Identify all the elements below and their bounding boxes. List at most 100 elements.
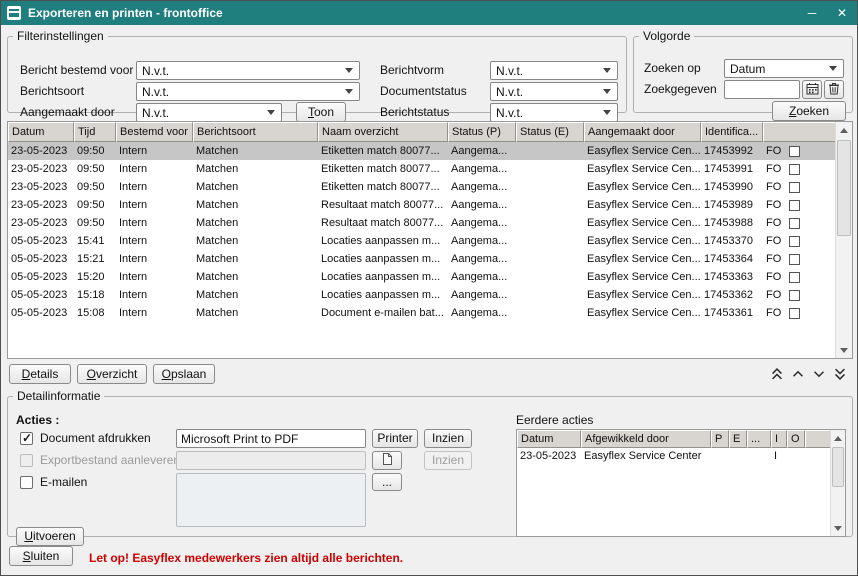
cell-soort: Matchen (193, 196, 318, 214)
scroll-down-icon[interactable] (836, 342, 852, 358)
overzicht-button[interactable]: Overzicht (77, 364, 147, 384)
berichtsoort-select[interactable]: N.v.t. (136, 82, 360, 101)
cell-naam: Etiketten match 80077... (318, 142, 448, 160)
cell-status_p: Aangema... (448, 214, 516, 232)
column-header-4[interactable]: Naam overzicht (318, 122, 448, 142)
sluiten-button[interactable]: Sluiten (9, 546, 73, 566)
go-last-button[interactable] (830, 365, 850, 383)
printer-name-input[interactable] (176, 429, 366, 448)
zoeken-op-select[interactable]: Datum (724, 59, 844, 78)
berichtstatus-select[interactable]: N.v.t. (490, 103, 618, 122)
row-checkbox[interactable] (789, 272, 800, 283)
printer-button[interactable]: Printer (372, 429, 418, 448)
row-checkbox[interactable] (789, 218, 800, 229)
column-header-1[interactable]: Tijd (74, 122, 116, 142)
documentstatus-select[interactable]: N.v.t. (490, 82, 618, 101)
ea-column-header-1[interactable]: Afgewikkeld door (581, 430, 711, 448)
zoeken-button[interactable]: Zoeken (772, 101, 846, 121)
ea-scrollbar[interactable] (830, 430, 845, 536)
ea-column-header-2[interactable]: P (711, 430, 729, 448)
aangemaakt-door-select[interactable]: N.v.t. (136, 103, 282, 122)
table-row[interactable]: 23-05-202309:50InternMatchenEtiketten ma… (8, 178, 835, 196)
cell-datum: 05-05-2023 (8, 268, 74, 286)
scroll-up-icon[interactable] (836, 122, 852, 138)
table-row[interactable]: 23-05-202309:50InternMatchenResultaat ma… (8, 214, 835, 232)
document-afdrukken-checkbox[interactable] (20, 432, 33, 445)
inzien-export-button: Inzien (424, 451, 472, 470)
calendar-button[interactable] (802, 80, 822, 99)
go-first-button[interactable] (767, 365, 787, 383)
row-checkbox[interactable] (789, 182, 800, 193)
table-row[interactable]: 05-05-202315:08InternMatchenDocument e-m… (8, 304, 835, 322)
close-button[interactable]: ✕ (827, 1, 857, 25)
table-row[interactable]: 23-05-202309:50InternMatchenEtiketten ma… (8, 142, 835, 160)
row-checkbox[interactable] (789, 164, 800, 175)
opslaan-button[interactable]: Opslaan (153, 364, 215, 384)
scroll-down-icon[interactable] (831, 520, 845, 536)
table-row[interactable]: 23-05-202309:50InternMatchenEtiketten ma… (8, 160, 835, 178)
berichtstatus-label: Berichtstatus (380, 103, 449, 122)
chevron-down-icon (345, 66, 354, 75)
row-checkbox[interactable] (789, 254, 800, 265)
cell-id: 17453361 (701, 304, 763, 322)
column-header-3[interactable]: Berichtsoort (193, 122, 318, 142)
berichtvorm-select[interactable]: N.v.t. (490, 61, 618, 80)
ea-column-header-6[interactable]: O (787, 430, 805, 448)
inzien-print-button[interactable]: Inzien (424, 429, 472, 448)
cell-select (787, 268, 835, 286)
trash-icon (828, 82, 840, 98)
scrollbar-thumb[interactable] (837, 140, 851, 236)
column-header-8[interactable]: Identifica... (701, 122, 763, 142)
minimize-button[interactable]: ─ (797, 1, 827, 25)
cell-status_p: Aangema... (448, 304, 516, 322)
cell-status_e (516, 178, 584, 196)
ea-column-header-0[interactable]: Datum (517, 430, 581, 448)
ea-column-header-4[interactable]: ... (747, 430, 771, 448)
go-previous-button[interactable] (788, 365, 808, 383)
toon-button[interactable]: Toon (296, 102, 346, 122)
column-header-2[interactable]: Bestemd voor (116, 122, 193, 142)
table-row[interactable]: 05-05-202315:18InternMatchenLocaties aan… (8, 286, 835, 304)
table-row[interactable]: 05-05-202315:21InternMatchenLocaties aan… (8, 250, 835, 268)
bericht-bestemd-voor-select[interactable]: N.v.t. (136, 61, 360, 80)
scroll-up-icon[interactable] (831, 430, 845, 446)
table-row[interactable]: 05-05-202315:41InternMatchenLocaties aan… (8, 232, 835, 250)
clear-button[interactable] (824, 80, 844, 99)
cell-id: 17453989 (701, 196, 763, 214)
column-header-0[interactable]: Datum (8, 122, 74, 142)
row-checkbox[interactable] (789, 200, 800, 211)
exportbestand-input (176, 451, 366, 470)
cell-door: Easyflex Service Cen... (584, 160, 701, 178)
cell-select (787, 178, 835, 196)
ea-row[interactable]: 23-05-2023Easyflex Service CenterI (517, 448, 830, 465)
table-scrollbar[interactable] (835, 122, 852, 358)
column-header-6[interactable]: Status (E) (516, 122, 584, 142)
details-button[interactable]: Details (9, 364, 71, 384)
cell-soort: Matchen (193, 160, 318, 178)
cell-tijd: 15:18 (74, 286, 116, 304)
table-row[interactable]: 23-05-202309:50InternMatchenResultaat ma… (8, 196, 835, 214)
go-next-button[interactable] (809, 365, 829, 383)
email-more-button[interactable]: ... (372, 473, 402, 491)
column-header-5[interactable]: Status (P) (448, 122, 516, 142)
uitvoeren-button[interactable]: Uitvoeren (16, 527, 84, 546)
cell-id: 17453991 (701, 160, 763, 178)
row-checkbox[interactable] (789, 236, 800, 247)
ea-body: 23-05-2023Easyflex Service CenterI (517, 448, 830, 536)
chevron-down-icon (829, 64, 838, 73)
cell-fo: FO (763, 178, 787, 196)
export-file-button[interactable] (372, 451, 402, 470)
row-checkbox[interactable] (789, 146, 800, 157)
table-row[interactable]: 05-05-202315:20InternMatchenLocaties aan… (8, 268, 835, 286)
column-header-7[interactable]: Aangemaakt door (584, 122, 701, 142)
scrollbar-thumb[interactable] (832, 447, 844, 487)
emailen-checkbox[interactable] (20, 476, 33, 489)
cell-bestemd: Intern (116, 214, 193, 232)
zoekgegeven-input[interactable] (724, 80, 800, 99)
row-checkbox[interactable] (789, 308, 800, 319)
cell-select (787, 142, 835, 160)
ea-column-header-5[interactable]: I (771, 430, 787, 448)
ea-column-header-3[interactable]: E (729, 430, 747, 448)
cell-soort: Matchen (193, 250, 318, 268)
row-checkbox[interactable] (789, 290, 800, 301)
